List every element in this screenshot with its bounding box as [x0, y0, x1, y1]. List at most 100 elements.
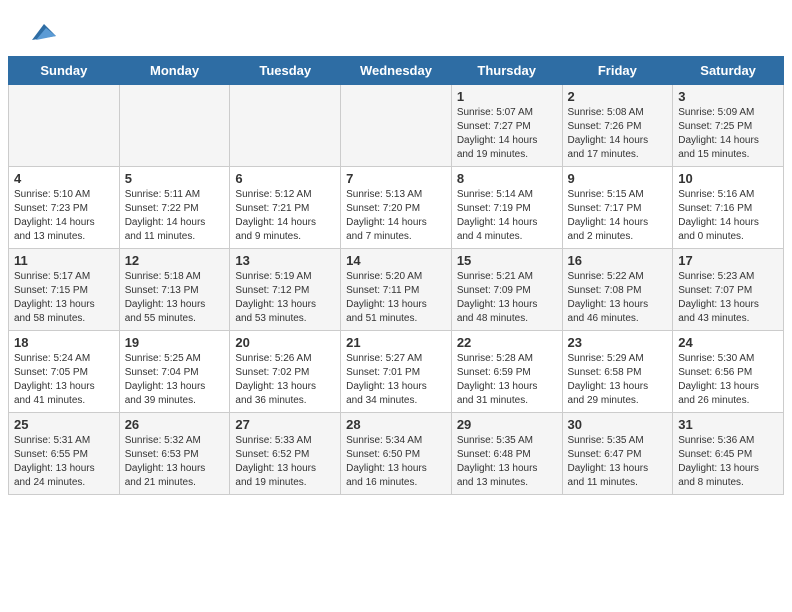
calendar-cell: 28 Sunrise: 5:34 AM Sunset: 6:50 PM Dayli…: [341, 413, 452, 495]
day-info: Sunrise: 5:10 AM Sunset: 7:23 PM Dayligh…: [14, 188, 114, 244]
day-number: 24: [678, 335, 778, 350]
weekday-monday: Monday: [119, 57, 230, 85]
day-number: 13: [235, 253, 335, 268]
day-number: 1: [457, 89, 557, 104]
day-info: Sunrise: 5:18 AM Sunset: 7:13 PM Dayligh…: [125, 270, 225, 326]
day-number: 18: [14, 335, 114, 350]
calendar-cell: 13 Sunrise: 5:19 AM Sunset: 7:12 PM Dayli…: [230, 249, 341, 331]
calendar-cell: 30 Sunrise: 5:35 AM Sunset: 6:47 PM Dayli…: [562, 413, 673, 495]
day-info: Sunrise: 5:35 AM Sunset: 6:48 PM Dayligh…: [457, 434, 557, 490]
day-info: Sunrise: 5:26 AM Sunset: 7:02 PM Dayligh…: [235, 352, 335, 408]
day-number: 27: [235, 417, 335, 432]
day-info: Sunrise: 5:15 AM Sunset: 7:17 PM Dayligh…: [568, 188, 668, 244]
weekday-thursday: Thursday: [451, 57, 562, 85]
calendar-cell: 17Sunrise: 5:23 AM Sunset: 7:07 PM Dayli…: [673, 249, 784, 331]
calendar-cell: 5Sunrise: 5:11 AM Sunset: 7:22 PM Daylig…: [119, 167, 230, 249]
calendar-cell: 16 Sunrise: 5:22 AM Sunset: 7:08 PM Dayli…: [562, 249, 673, 331]
weekday-sunday: Sunday: [9, 57, 120, 85]
day-info: Sunrise: 5:13 AM Sunset: 7:20 PM Dayligh…: [346, 188, 446, 244]
day-number: 3: [678, 89, 778, 104]
day-info: Sunrise: 5:27 AM Sunset: 7:01 PM Dayligh…: [346, 352, 446, 408]
day-number: 4: [14, 171, 114, 186]
day-number: 17: [678, 253, 778, 268]
calendar-cell: 12 Sunrise: 5:18 AM Sunset: 7:13 PM Dayli…: [119, 249, 230, 331]
calendar-cell: 11 Sunrise: 5:17 AM Sunset: 7:15 PM Dayli…: [9, 249, 120, 331]
day-number: 2: [568, 89, 668, 104]
day-info: Sunrise: 5:09 AM Sunset: 7:25 PM Dayligh…: [678, 106, 778, 162]
day-info: Sunrise: 5:17 AM Sunset: 7:15 PM Dayligh…: [14, 270, 114, 326]
calendar-cell: 19Sunrise: 5:25 AM Sunset: 7:04 PM Dayli…: [119, 331, 230, 413]
day-number: 10: [678, 171, 778, 186]
calendar-table: Sunday Monday Tuesday Wednesday Thursday…: [8, 56, 784, 495]
weekday-friday: Friday: [562, 57, 673, 85]
calendar-cell: 14Sunrise: 5:20 AM Sunset: 7:11 PM Dayli…: [341, 249, 452, 331]
day-info: Sunrise: 5:28 AM Sunset: 6:59 PM Dayligh…: [457, 352, 557, 408]
day-number: 11: [14, 253, 114, 268]
day-info: Sunrise: 5:29 AM Sunset: 6:58 PM Dayligh…: [568, 352, 668, 408]
logo-icon: [24, 16, 56, 48]
weekday-wednesday: Wednesday: [341, 57, 452, 85]
calendar-cell: 24 Sunrise: 5:30 AM Sunset: 6:56 PM Dayli…: [673, 331, 784, 413]
calendar-cell: 21 Sunrise: 5:27 AM Sunset: 7:01 PM Dayli…: [341, 331, 452, 413]
calendar-cell: 23 Sunrise: 5:29 AM Sunset: 6:58 PM Dayli…: [562, 331, 673, 413]
day-info: Sunrise: 5:20 AM Sunset: 7:11 PM Dayligh…: [346, 270, 446, 326]
day-info: Sunrise: 5:19 AM Sunset: 7:12 PM Dayligh…: [235, 270, 335, 326]
calendar-cell: 26 Sunrise: 5:32 AM Sunset: 6:53 PM Dayli…: [119, 413, 230, 495]
calendar-cell: [230, 85, 341, 167]
day-number: 7: [346, 171, 446, 186]
calendar-cell: 7 Sunrise: 5:13 AM Sunset: 7:20 PM Daylig…: [341, 167, 452, 249]
calendar-cell: 10 Sunrise: 5:16 AM Sunset: 7:16 PM Dayli…: [673, 167, 784, 249]
calendar-body: 1 Sunrise: 5:07 AM Sunset: 7:27 PM Daylig…: [9, 85, 784, 495]
calendar-cell: [341, 85, 452, 167]
day-number: 28: [346, 417, 446, 432]
day-number: 16: [568, 253, 668, 268]
day-number: 15: [457, 253, 557, 268]
day-info: Sunrise: 5:24 AM Sunset: 7:05 PM Dayligh…: [14, 352, 114, 408]
calendar-cell: [9, 85, 120, 167]
day-number: 26: [125, 417, 225, 432]
day-number: 22: [457, 335, 557, 350]
day-info: Sunrise: 5:33 AM Sunset: 6:52 PM Dayligh…: [235, 434, 335, 490]
day-number: 8: [457, 171, 557, 186]
day-number: 19: [125, 335, 225, 350]
day-number: 31: [678, 417, 778, 432]
day-info: Sunrise: 5:07 AM Sunset: 7:27 PM Dayligh…: [457, 106, 557, 162]
calendar-cell: 4 Sunrise: 5:10 AM Sunset: 7:23 PM Daylig…: [9, 167, 120, 249]
calendar-cell: 6 Sunrise: 5:12 AM Sunset: 7:21 PM Daylig…: [230, 167, 341, 249]
calendar-cell: 27 Sunrise: 5:33 AM Sunset: 6:52 PM Dayli…: [230, 413, 341, 495]
day-info: Sunrise: 5:14 AM Sunset: 7:19 PM Dayligh…: [457, 188, 557, 244]
logo: [20, 16, 56, 48]
day-number: 30: [568, 417, 668, 432]
page-header: [0, 0, 792, 56]
day-info: Sunrise: 5:30 AM Sunset: 6:56 PM Dayligh…: [678, 352, 778, 408]
calendar-cell: 18 Sunrise: 5:24 AM Sunset: 7:05 PM Dayli…: [9, 331, 120, 413]
calendar-container: Sunday Monday Tuesday Wednesday Thursday…: [0, 56, 792, 503]
calendar-cell: 8 Sunrise: 5:14 AM Sunset: 7:19 PM Daylig…: [451, 167, 562, 249]
calendar-cell: 2Sunrise: 5:08 AM Sunset: 7:26 PM Daylig…: [562, 85, 673, 167]
day-number: 5: [125, 171, 225, 186]
day-info: Sunrise: 5:32 AM Sunset: 6:53 PM Dayligh…: [125, 434, 225, 490]
day-info: Sunrise: 5:34 AM Sunset: 6:50 PM Dayligh…: [346, 434, 446, 490]
calendar-cell: 20Sunrise: 5:26 AM Sunset: 7:02 PM Dayli…: [230, 331, 341, 413]
calendar-cell: 22 Sunrise: 5:28 AM Sunset: 6:59 PM Dayli…: [451, 331, 562, 413]
calendar-cell: 31 Sunrise: 5:36 AM Sunset: 6:45 PM Dayli…: [673, 413, 784, 495]
calendar-cell: 9 Sunrise: 5:15 AM Sunset: 7:17 PM Daylig…: [562, 167, 673, 249]
day-info: Sunrise: 5:36 AM Sunset: 6:45 PM Dayligh…: [678, 434, 778, 490]
day-info: Sunrise: 5:31 AM Sunset: 6:55 PM Dayligh…: [14, 434, 114, 490]
day-info: Sunrise: 5:12 AM Sunset: 7:21 PM Dayligh…: [235, 188, 335, 244]
calendar-cell: 3 Sunrise: 5:09 AM Sunset: 7:25 PM Daylig…: [673, 85, 784, 167]
day-number: 21: [346, 335, 446, 350]
day-number: 6: [235, 171, 335, 186]
day-number: 23: [568, 335, 668, 350]
calendar-cell: 15Sunrise: 5:21 AM Sunset: 7:09 PM Dayli…: [451, 249, 562, 331]
calendar-header: Sunday Monday Tuesday Wednesday Thursday…: [9, 57, 784, 85]
calendar-cell: 1 Sunrise: 5:07 AM Sunset: 7:27 PM Daylig…: [451, 85, 562, 167]
day-number: 12: [125, 253, 225, 268]
day-number: 29: [457, 417, 557, 432]
day-info: Sunrise: 5:16 AM Sunset: 7:16 PM Dayligh…: [678, 188, 778, 244]
day-info: Sunrise: 5:22 AM Sunset: 7:08 PM Dayligh…: [568, 270, 668, 326]
calendar-cell: [119, 85, 230, 167]
day-info: Sunrise: 5:35 AM Sunset: 6:47 PM Dayligh…: [568, 434, 668, 490]
day-number: 9: [568, 171, 668, 186]
day-number: 25: [14, 417, 114, 432]
